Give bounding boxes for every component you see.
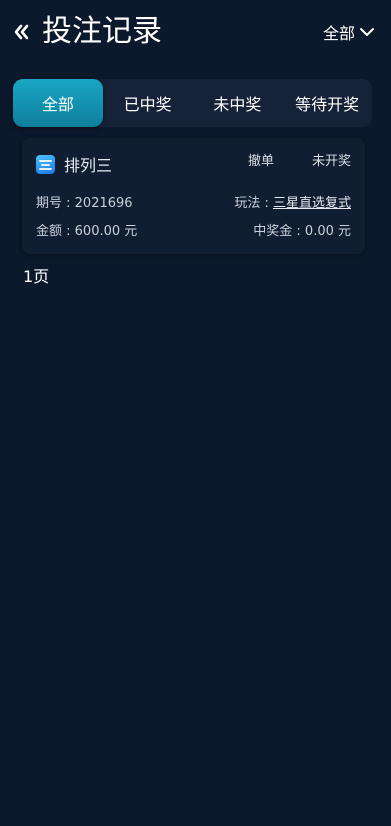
cancel-bet-button[interactable]: 撤单 bbox=[248, 152, 274, 172]
bet-amount: 金额 : 600.00 元 bbox=[36, 222, 137, 242]
draw-status: 未开奖 bbox=[311, 154, 351, 169]
chevron-left-double-icon bbox=[14, 24, 29, 40]
header-bar: 投注记录 全部 bbox=[0, 0, 391, 66]
issue-label: 期号 : bbox=[36, 196, 75, 211]
tab-won[interactable]: 已中奖 bbox=[103, 79, 193, 127]
amount-value: 600.00 元 bbox=[74, 224, 138, 239]
play-type: 玩法 : 三星直选复式 bbox=[234, 194, 351, 214]
tab-pending-draw[interactable]: 等待开奖 bbox=[282, 79, 372, 127]
back-button[interactable] bbox=[10, 19, 32, 45]
prize-label: 中奖金 : bbox=[253, 224, 305, 239]
play-type-link[interactable]: 三星直选复式 bbox=[273, 196, 351, 211]
issue-number: 期号 : 2021696 bbox=[36, 194, 133, 214]
page-title: 投注记录 bbox=[42, 14, 162, 49]
filter-dropdown[interactable]: 全部 bbox=[323, 20, 375, 44]
status-tabs: 全部 已中奖 未中奖 等待开奖 bbox=[13, 79, 372, 127]
filter-dropdown-label: 全部 bbox=[322, 24, 355, 43]
tab-all[interactable]: 全部 bbox=[13, 79, 103, 127]
lottery-name: 排列三 bbox=[64, 156, 113, 175]
bet-record-card[interactable]: 排列三 撤单 未开奖 期号 : 2021696 玩法 : 三星直选复式 金额 :… bbox=[22, 138, 365, 254]
lottery-info: 排列三 bbox=[36, 152, 112, 176]
play-label: 玩法 : bbox=[234, 196, 273, 211]
issue-value: 2021696 bbox=[74, 196, 133, 211]
prize-value: 0.00 元 bbox=[304, 224, 351, 239]
tab-lost[interactable]: 未中奖 bbox=[193, 79, 283, 127]
page-indicator: 1页 bbox=[23, 267, 50, 286]
lottery-app-icon bbox=[36, 154, 55, 174]
chevron-down-icon bbox=[359, 26, 375, 38]
prize-amount: 中奖金 : 0.00 元 bbox=[253, 222, 351, 242]
amount-label: 金额 : bbox=[36, 224, 75, 239]
